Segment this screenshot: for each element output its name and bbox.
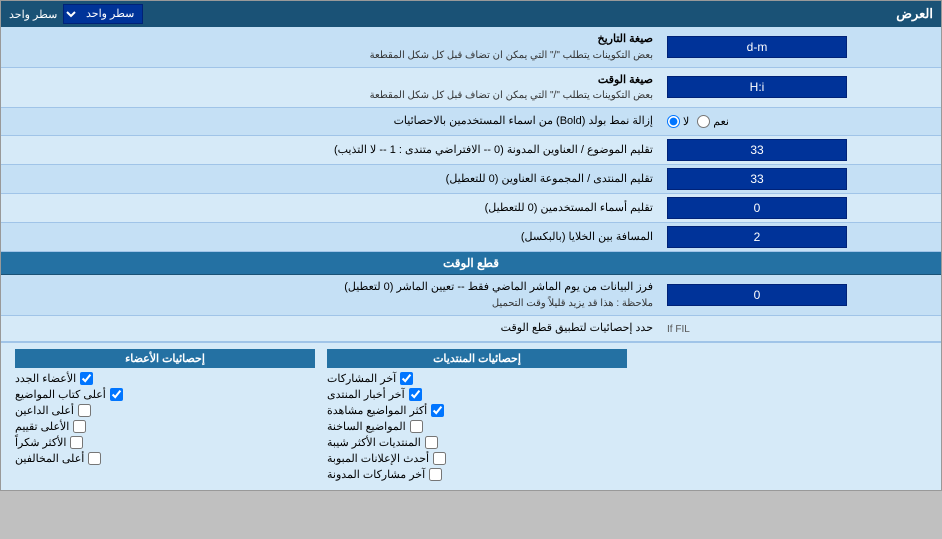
bold-radio-group: لا نعم bbox=[667, 115, 729, 128]
header-row: العرض سطر واحدسطرينثلاثة أسطر سطر واحد bbox=[1, 1, 941, 27]
stats-members-item-0: الأعضاء الجدد bbox=[15, 372, 315, 385]
date-format-input[interactable] bbox=[667, 36, 847, 58]
if-fil-cell: If FIL bbox=[661, 317, 941, 339]
time-format-input-cell bbox=[661, 73, 941, 101]
topic-trim-input[interactable] bbox=[667, 139, 847, 161]
stats-members-item-1: أعلى كتاب المواضيع bbox=[15, 388, 315, 401]
username-trim-row: تقليم أسماء المستخدمين (0 للتعطيل) bbox=[1, 194, 941, 223]
realtime-section-header: قطع الوقت bbox=[1, 252, 941, 275]
stats-forums-item-1: آخر أخبار المنتدى bbox=[327, 388, 627, 401]
stats-forums-cb-0[interactable] bbox=[400, 372, 413, 385]
cell-spacing-label: المسافة بين الخلايا (بالبكسل) bbox=[1, 225, 661, 250]
stats-forums-cb-4[interactable] bbox=[425, 436, 438, 449]
date-format-input-cell bbox=[661, 33, 941, 61]
stats-members-item-2: أعلى الداعين bbox=[15, 404, 315, 417]
username-trim-input[interactable] bbox=[667, 197, 847, 219]
forum-trim-input-cell bbox=[661, 165, 941, 193]
stats-forums-item-5: أحدث الإعلانات المبوبة bbox=[327, 452, 627, 465]
stats-members-item-5: أعلى المخالفين bbox=[15, 452, 315, 465]
bold-radio-yes[interactable] bbox=[697, 115, 710, 128]
stats-forums-cb-1[interactable] bbox=[409, 388, 422, 401]
stats-members-col: إحصائيات الأعضاء الأعضاء الجدد أعلى كتاب… bbox=[9, 349, 321, 484]
bold-remove-input-cell: لا نعم bbox=[661, 112, 941, 131]
time-format-input[interactable] bbox=[667, 76, 847, 98]
forum-trim-input[interactable] bbox=[667, 168, 847, 190]
time-format-row: صيغة الوقت بعض التكوينات يتطلب "/" التي … bbox=[1, 68, 941, 109]
stats-forums-header: إحصائيات المنتديات bbox=[327, 349, 627, 368]
stats-forums-item-2: أكثر المواضيع مشاهدة bbox=[327, 404, 627, 417]
date-format-label: صيغة التاريخ بعض التكوينات يتطلب "/" الت… bbox=[1, 27, 661, 67]
if-fil-text: If FIL bbox=[667, 324, 690, 335]
stats-members-header: إحصائيات الأعضاء bbox=[15, 349, 315, 368]
bold-remove-label: إزالة نمط بولد (Bold) من اسماء المستخدمي… bbox=[1, 109, 661, 134]
stats-members-cb-4[interactable] bbox=[70, 436, 83, 449]
bold-radio-no[interactable] bbox=[667, 115, 680, 128]
stats-forums-cb-6[interactable] bbox=[429, 468, 442, 481]
topic-trim-label: تقليم الموضوع / العناوين المدونة (0 -- ا… bbox=[1, 138, 661, 163]
cell-spacing-input[interactable] bbox=[667, 226, 847, 248]
bold-remove-row: لا نعم إزالة نمط بولد (Bold) من اسماء ال… bbox=[1, 108, 941, 136]
stats-members-item-4: الأكثر شكراً bbox=[15, 436, 315, 449]
username-trim-label: تقليم أسماء المستخدمين (0 للتعطيل) bbox=[1, 196, 661, 221]
stats-members-cb-3[interactable] bbox=[73, 420, 86, 433]
stats-forums-cb-2[interactable] bbox=[431, 404, 444, 417]
cell-spacing-row: المسافة بين الخلايا (بالبكسل) bbox=[1, 223, 941, 252]
stats-empty-left bbox=[633, 349, 933, 484]
stats-forums-item-3: المواضيع الساخنة bbox=[327, 420, 627, 433]
stats-forums-item-6: آخر مشاركات المدونة bbox=[327, 468, 627, 481]
limit-label: حدد إحصائيات لتطبيق قطع الوقت bbox=[1, 316, 661, 341]
stats-forums-col: إحصائيات المنتديات آخر المشاركات آخر أخب… bbox=[321, 349, 633, 484]
forum-trim-row: تقليم المنتدى / المجموعة العناوين (0 للت… bbox=[1, 165, 941, 194]
stats-members-cb-2[interactable] bbox=[78, 404, 91, 417]
stats-members-item-3: الأعلى تقييم bbox=[15, 420, 315, 433]
limit-row: If FIL حدد إحصائيات لتطبيق قطع الوقت bbox=[1, 316, 941, 342]
page-title: العرض bbox=[896, 6, 933, 22]
display-select[interactable]: سطر واحدسطرينثلاثة أسطر bbox=[63, 4, 143, 24]
time-format-label: صيغة الوقت بعض التكوينات يتطلب "/" التي … bbox=[1, 68, 661, 108]
topic-trim-row: تقليم الموضوع / العناوين المدونة (0 -- ا… bbox=[1, 136, 941, 165]
stats-forums-item-4: المنتديات الأكثر شيبة bbox=[327, 436, 627, 449]
stats-members-cb-1[interactable] bbox=[110, 388, 123, 401]
stats-members-cb-5[interactable] bbox=[88, 452, 101, 465]
stats-forums-item-0: آخر المشاركات bbox=[327, 372, 627, 385]
username-trim-input-cell bbox=[661, 194, 941, 222]
topic-trim-input-cell bbox=[661, 136, 941, 164]
realtime-input-cell bbox=[661, 281, 941, 309]
stats-forums-cb-5[interactable] bbox=[433, 452, 446, 465]
stats-forums-cb-3[interactable] bbox=[410, 420, 423, 433]
realtime-label: فرز البيانات من يوم الماشر الماضي فقط --… bbox=[1, 275, 661, 315]
forum-trim-label: تقليم المنتدى / المجموعة العناوين (0 للت… bbox=[1, 167, 661, 192]
cell-spacing-input-cell bbox=[661, 223, 941, 251]
realtime-row: فرز البيانات من يوم الماشر الماضي فقط --… bbox=[1, 275, 941, 316]
stats-members-cb-0[interactable] bbox=[80, 372, 93, 385]
bold-radio-no-label: لا bbox=[667, 115, 689, 128]
realtime-input[interactable] bbox=[667, 284, 847, 306]
stats-section: إحصائيات المنتديات آخر المشاركات آخر أخب… bbox=[1, 342, 941, 490]
bold-radio-yes-label: نعم bbox=[697, 115, 729, 128]
date-format-row: صيغة التاريخ بعض التكوينات يتطلب "/" الت… bbox=[1, 27, 941, 68]
select-label: سطر واحد bbox=[9, 8, 57, 21]
